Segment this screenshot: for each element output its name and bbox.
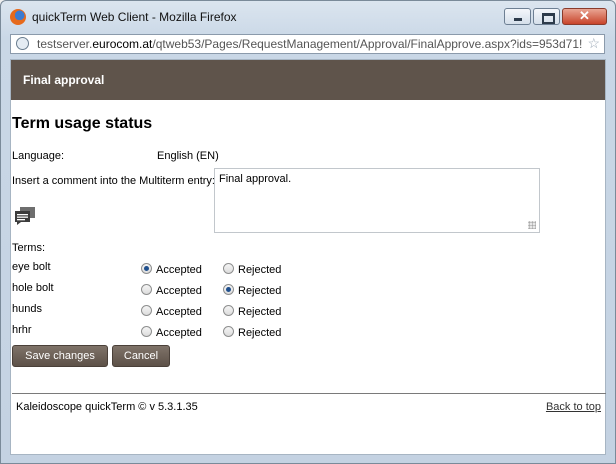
- window-title: quickTerm Web Client - Mozilla Firefox: [32, 10, 237, 24]
- rejected-label[interactable]: Rejected: [238, 306, 281, 318]
- maximize-button[interactable]: [533, 8, 560, 25]
- rejected-label[interactable]: Rejected: [238, 285, 281, 297]
- term-accepted-radio[interactable]: [141, 284, 152, 295]
- address-bar[interactable]: testserver.eurocom.at/qtweb53/Pages/Requ…: [10, 34, 605, 54]
- comment-label: Insert a comment into the Multiterm entr…: [12, 175, 215, 187]
- term-accepted-radio[interactable]: [141, 326, 152, 337]
- page-content: Final approval Term usage status Languag…: [10, 59, 606, 455]
- minimize-button[interactable]: [504, 8, 531, 25]
- term-name: hrhr: [12, 324, 32, 336]
- page-title: Term usage status: [12, 115, 153, 132]
- term-name: hunds: [12, 303, 42, 315]
- comment-textarea[interactable]: Final approval.: [214, 168, 540, 233]
- accepted-label[interactable]: Accepted: [156, 306, 202, 318]
- terms-label: Terms:: [12, 242, 45, 254]
- comment-icon[interactable]: [14, 206, 36, 226]
- header-band: Final approval: [11, 60, 605, 100]
- term-accepted-radio[interactable]: [141, 305, 152, 316]
- comment-text: Final approval.: [219, 173, 292, 185]
- footer-copyright: Kaleidoscope quickTerm © v 5.3.1.35: [16, 401, 198, 413]
- save-changes-button[interactable]: Save changes: [12, 345, 108, 367]
- footer-divider: [12, 393, 606, 394]
- language-label: Language:: [12, 150, 64, 162]
- rejected-label[interactable]: Rejected: [238, 264, 281, 276]
- title-bar: quickTerm Web Client - Mozilla Firefox ✕: [1, 1, 615, 31]
- close-icon: ✕: [579, 8, 590, 23]
- globe-icon: [16, 37, 29, 50]
- header-title: Final approval: [23, 73, 105, 87]
- rejected-label[interactable]: Rejected: [238, 327, 281, 339]
- term-accepted-radio[interactable]: [141, 263, 152, 274]
- accepted-label[interactable]: Accepted: [156, 327, 202, 339]
- bookmark-star-icon[interactable]: ☆: [587, 35, 600, 52]
- language-value: English (EN): [157, 150, 219, 162]
- browser-window: quickTerm Web Client - Mozilla Firefox ✕…: [0, 0, 616, 464]
- cancel-button[interactable]: Cancel: [112, 345, 170, 367]
- firefox-icon: [10, 9, 26, 25]
- term-rejected-radio[interactable]: [223, 326, 234, 337]
- resize-grip-icon[interactable]: [528, 221, 536, 229]
- term-name: eye bolt: [12, 261, 51, 273]
- close-button[interactable]: ✕: [562, 8, 607, 25]
- accepted-label[interactable]: Accepted: [156, 264, 202, 276]
- maximize-icon: [542, 13, 555, 24]
- term-rejected-radio[interactable]: [223, 284, 234, 295]
- minimize-icon: [514, 18, 522, 21]
- term-rejected-radio[interactable]: [223, 305, 234, 316]
- term-name: hole bolt: [12, 282, 54, 294]
- back-to-top-link[interactable]: Back to top: [546, 401, 601, 413]
- url-text[interactable]: testserver.eurocom.at/qtweb53/Pages/Requ…: [37, 37, 585, 51]
- accepted-label[interactable]: Accepted: [156, 285, 202, 297]
- term-rejected-radio[interactable]: [223, 263, 234, 274]
